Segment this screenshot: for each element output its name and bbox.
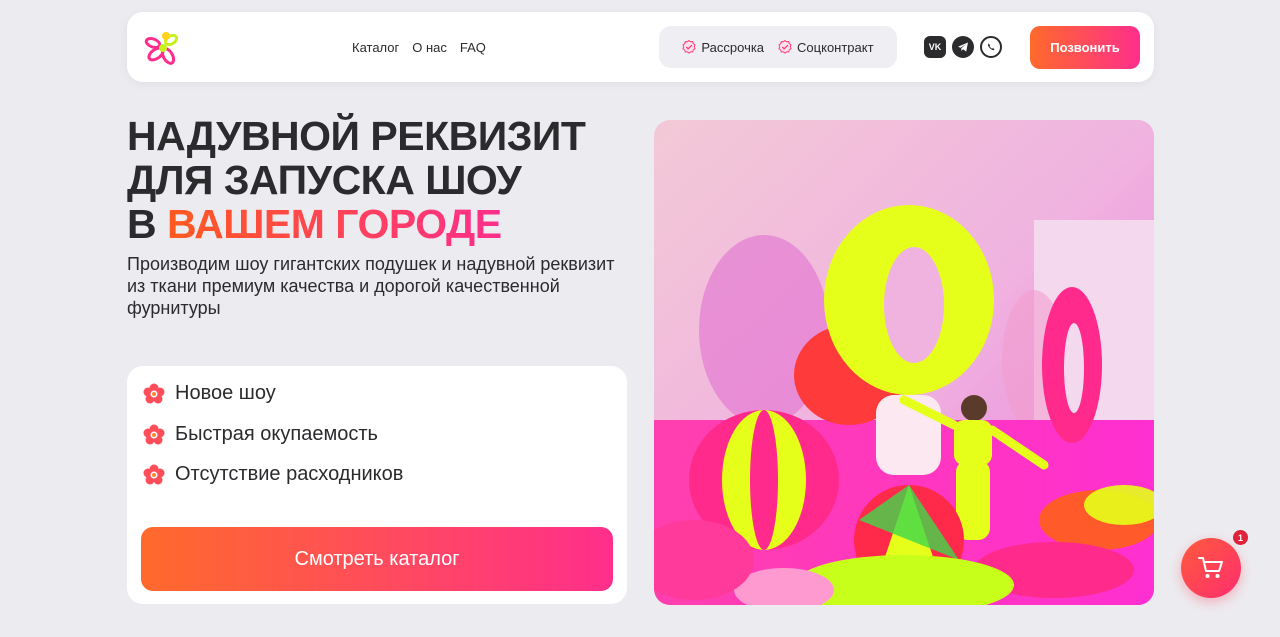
social-contract-label: Соцконтракт (797, 39, 874, 55)
site-header: Каталог О нас FAQ Рассрочка Соцконтракт … (127, 12, 1154, 82)
hero-title: НАДУВНОЙ РЕКВИЗИТ ДЛЯ ЗАПУСКА ШОУ В ВАШЕ… (127, 113, 586, 247)
inflatable-props-image (654, 120, 1154, 605)
flower-icon (143, 464, 165, 484)
flower-icon (143, 424, 165, 444)
telegram-plane-icon (958, 42, 968, 52)
feature-item: Отсутствие расходников (143, 463, 403, 486)
main-nav: Каталог О нас FAQ (352, 12, 486, 82)
view-catalog-button[interactable]: Смотреть каталог (141, 527, 613, 591)
cart-icon (1198, 557, 1223, 578)
hero-title-accent: ВАШЕМ ГОРОДЕ (167, 201, 502, 247)
cart-button[interactable] (1181, 538, 1241, 598)
payment-options: Рассрочка Соцконтракт (659, 26, 897, 68)
hero-title-line2: ДЛЯ ЗАПУСКА ШОУ (127, 157, 522, 203)
check-badge-icon (682, 40, 697, 54)
installment-badge[interactable]: Рассрочка (682, 40, 764, 55)
installment-label: Рассрочка (701, 39, 765, 55)
telegram-icon[interactable] (952, 36, 974, 58)
feature-item: Новое шоу (143, 382, 276, 405)
nav-link-faq[interactable]: FAQ (460, 40, 486, 55)
social-links: VK (924, 36, 1002, 58)
features-card: Новое шоу Быстрая окупаемость Отсутствие… (127, 366, 627, 604)
hero-title-line3-prefix: В (127, 201, 157, 247)
hero-subtitle: Производим шоу гигантских подушек и наду… (127, 254, 615, 318)
vk-icon[interactable]: VK (924, 36, 946, 58)
feature-item: Быстрая окупаемость (143, 423, 378, 446)
flower-icon (143, 383, 165, 403)
social-contract-badge[interactable]: Соцконтракт (778, 40, 874, 55)
hero-photo (654, 120, 1154, 605)
feature-label: Быстрая окупаемость (175, 423, 378, 445)
call-button[interactable]: Позвонить (1030, 26, 1140, 69)
whatsapp-icon[interactable] (980, 36, 1002, 58)
phone-glyph-icon (988, 43, 995, 51)
logo-icon[interactable] (141, 26, 185, 70)
nav-link-about[interactable]: О нас (412, 40, 447, 55)
check-badge-icon (778, 40, 792, 54)
cart-count-badge: 1 (1233, 530, 1248, 545)
nav-link-catalog[interactable]: Каталог (352, 40, 399, 55)
hero-title-line1: НАДУВНОЙ РЕКВИЗИТ (127, 113, 586, 159)
feature-label: Новое шоу (175, 382, 276, 404)
feature-label: Отсутствие расходников (175, 463, 404, 485)
